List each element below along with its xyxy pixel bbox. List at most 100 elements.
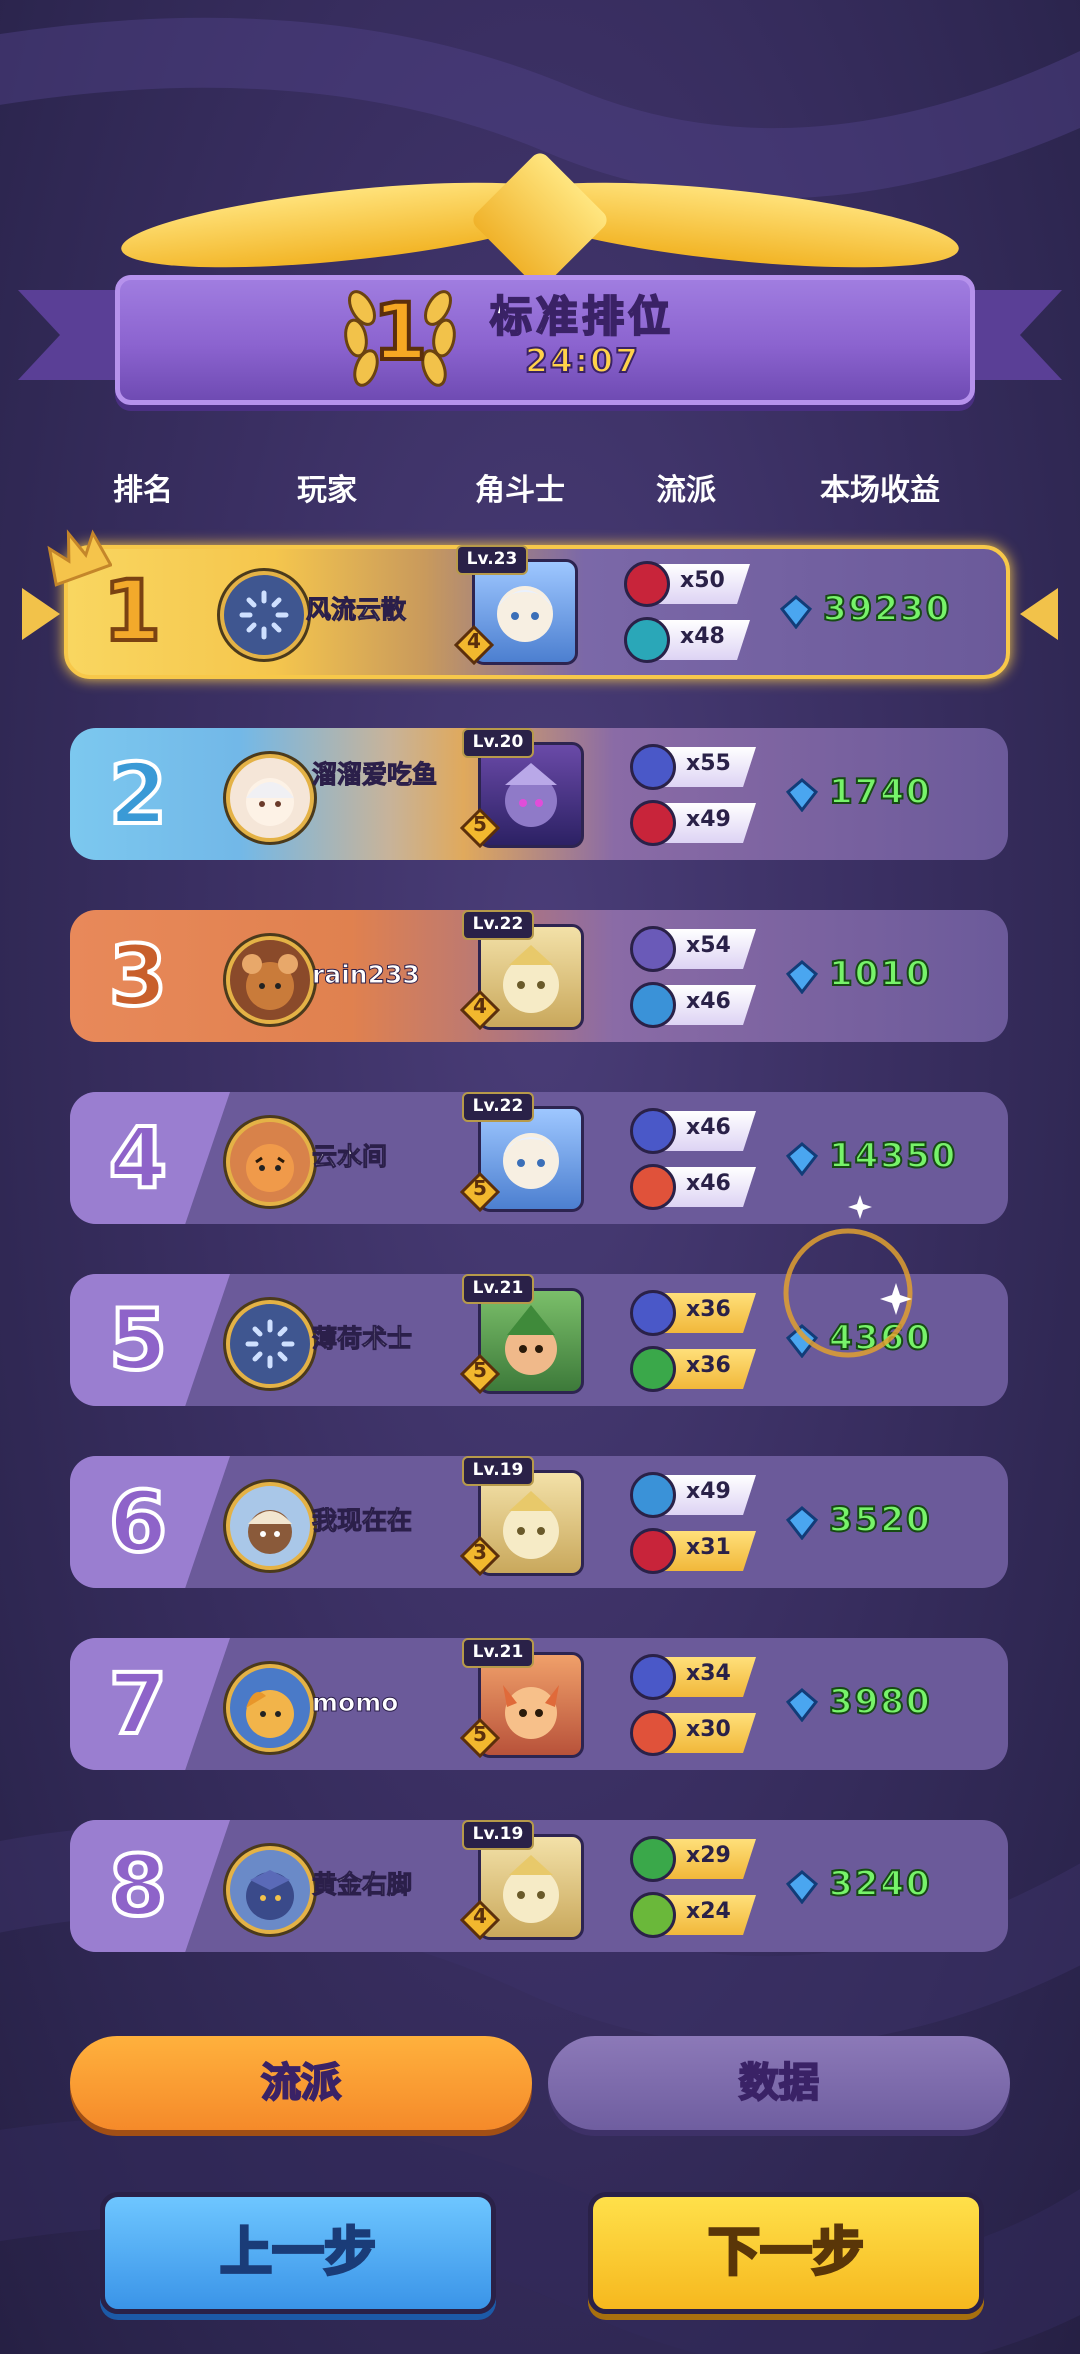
star-badge: 4 bbox=[459, 989, 501, 1031]
loading-spinner-icon bbox=[245, 1319, 295, 1369]
next-step-button[interactable]: 下一步 bbox=[588, 2192, 984, 2314]
wing-icon bbox=[630, 744, 676, 790]
fighter-level: Lv.20 bbox=[462, 728, 534, 758]
ranking-row-3[interactable]: 3 rain233 Lv.22 4 x54 x46 1010 bbox=[70, 910, 1008, 1042]
star-badge: 5 bbox=[459, 1717, 501, 1759]
school-tag[interactable]: x55 bbox=[630, 744, 756, 790]
fighter-level: Lv.22 bbox=[462, 1092, 534, 1122]
tab-school[interactable]: 流派 bbox=[70, 2036, 532, 2130]
player-name: momo bbox=[312, 1688, 399, 1718]
star-badge: 5 bbox=[459, 807, 501, 849]
rank-number: 8 bbox=[107, 1835, 169, 1937]
star-badge: 4 bbox=[459, 1899, 501, 1941]
fire-orb-icon bbox=[630, 1710, 676, 1756]
school-tag[interactable]: x46 bbox=[630, 1108, 756, 1154]
player-name: 黄金右脚 bbox=[312, 1870, 413, 1900]
gem-icon bbox=[785, 778, 819, 812]
school-tag[interactable]: x36 bbox=[630, 1346, 756, 1392]
tap-ripple-effect bbox=[783, 1228, 913, 1358]
ranking-row-7[interactable]: 7 momo Lv.21 5 x34 x30 3980 bbox=[70, 1638, 1008, 1770]
wing-icon bbox=[630, 1108, 676, 1154]
star-badge: 4 bbox=[453, 624, 495, 666]
wing-icon bbox=[630, 1290, 676, 1336]
ranking-row-2[interactable]: 2 溜溜爱吃鱼 Lv.20 5 x55 x49 1740 bbox=[70, 728, 1008, 860]
mode-title: 标准排位 bbox=[489, 291, 675, 342]
school-tag[interactable]: x46 bbox=[630, 1164, 756, 1210]
player-name: 云水间 bbox=[312, 1142, 388, 1172]
fighter-level: Lv.19 bbox=[462, 1820, 534, 1850]
earnings: 3240 bbox=[785, 1862, 995, 1912]
player-name: 风流云散 bbox=[306, 595, 407, 625]
player-avatar bbox=[220, 571, 308, 659]
ranking-row-8[interactable]: 8 黄金右脚 Lv.19 4 x29 x24 3240 bbox=[70, 1820, 1008, 1952]
header-fighter: 角斗士 bbox=[475, 473, 565, 508]
earnings: 14350 bbox=[785, 1134, 995, 1184]
gem-icon bbox=[785, 1142, 819, 1176]
sparkle-icon bbox=[848, 1195, 872, 1219]
tab-stats[interactable]: 数据 bbox=[548, 2036, 1010, 2130]
fighter-level: Lv.19 bbox=[462, 1456, 534, 1486]
player-avatar bbox=[226, 1300, 314, 1388]
earnings: 1010 bbox=[785, 952, 995, 1002]
prev-step-button[interactable]: 上一步 bbox=[100, 2192, 496, 2314]
gem-icon bbox=[785, 1870, 819, 1904]
header-player: 玩家 bbox=[297, 473, 357, 508]
heal-cross-icon bbox=[630, 1892, 676, 1938]
school-tag[interactable]: x50 bbox=[624, 561, 750, 607]
earnings: 3520 bbox=[785, 1498, 995, 1548]
star-badge: 3 bbox=[459, 1535, 501, 1577]
flame-icon bbox=[630, 800, 676, 846]
ranking-row-1[interactable]: 1 风流云散 Lv.23 4 x50 x48 39230 bbox=[64, 545, 1010, 679]
loading-spinner-icon bbox=[239, 590, 289, 640]
school-tag[interactable]: x36 bbox=[630, 1290, 756, 1336]
school-tag[interactable]: x49 bbox=[630, 1472, 756, 1518]
flame-icon bbox=[624, 561, 670, 607]
earnings: 1740 bbox=[785, 770, 995, 820]
gem-icon bbox=[785, 960, 819, 994]
player-name: 溜溜爱吃鱼 bbox=[312, 760, 438, 790]
snowflake-icon bbox=[624, 617, 670, 663]
school-tag[interactable]: x24 bbox=[630, 1892, 756, 1938]
player-avatar bbox=[226, 1664, 314, 1752]
table-header: 排名 玩家 角斗士 流派 本场收益 bbox=[0, 465, 1080, 508]
gem-icon bbox=[785, 1688, 819, 1722]
gem-icon bbox=[779, 595, 813, 629]
highlight-arrow-left bbox=[22, 588, 60, 640]
fire-orb-icon bbox=[630, 1164, 676, 1210]
player-name: rain233 bbox=[312, 960, 421, 990]
player-avatar bbox=[226, 1118, 314, 1206]
player-name: 薄荷术士 bbox=[312, 1324, 413, 1354]
potion-icon bbox=[630, 1836, 676, 1882]
fighter-level: Lv.23 bbox=[456, 545, 528, 575]
header-rank: 排名 bbox=[113, 473, 173, 508]
school-tag[interactable]: x30 bbox=[630, 1710, 756, 1756]
rank-number: 6 bbox=[107, 1471, 169, 1573]
rank-number: 3 bbox=[107, 925, 169, 1027]
water-drop-icon bbox=[630, 1472, 676, 1518]
rank-banner: 1 标准排位 24:07 bbox=[0, 149, 1080, 430]
school-tag[interactable]: x48 bbox=[624, 617, 750, 663]
ranking-row-6[interactable]: 6 我现在在 Lv.19 3 x49 x31 3520 bbox=[70, 1456, 1008, 1588]
school-tag[interactable]: x54 bbox=[630, 926, 756, 972]
banner-rank-number: 1 bbox=[371, 286, 429, 380]
school-tag[interactable]: x46 bbox=[630, 982, 756, 1028]
banner-crown bbox=[469, 149, 611, 291]
school-tag[interactable]: x31 bbox=[630, 1528, 756, 1574]
player-avatar bbox=[226, 936, 314, 1024]
blade-icon bbox=[630, 926, 676, 972]
player-avatar bbox=[226, 754, 314, 842]
school-tag[interactable]: x34 bbox=[630, 1654, 756, 1700]
rank-number: 2 bbox=[107, 743, 169, 845]
rank-number: 5 bbox=[107, 1289, 169, 1391]
water-drop-icon bbox=[630, 982, 676, 1028]
school-tag[interactable]: x49 bbox=[630, 800, 756, 846]
gem-icon bbox=[785, 1506, 819, 1540]
rank-number: 4 bbox=[107, 1107, 169, 1209]
school-tag[interactable]: x29 bbox=[630, 1836, 756, 1882]
potion-icon bbox=[630, 1346, 676, 1392]
crown-icon bbox=[47, 529, 112, 587]
fighter-level: Lv.21 bbox=[462, 1638, 534, 1668]
flame-icon bbox=[630, 1528, 676, 1574]
header-school: 流派 bbox=[656, 473, 716, 508]
earnings: 39230 bbox=[779, 587, 989, 637]
